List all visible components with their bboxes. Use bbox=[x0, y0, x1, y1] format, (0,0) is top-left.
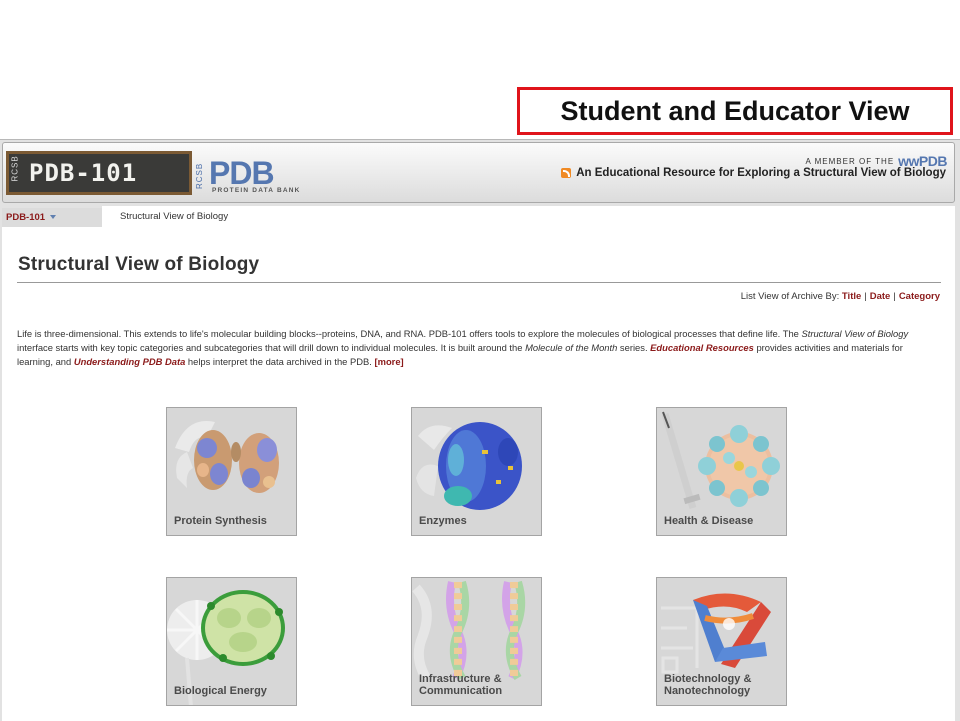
intro-text: Life is three-dimensional. This extends … bbox=[17, 328, 802, 339]
pdb101-logo-text: PDB-101 bbox=[29, 159, 138, 187]
breadcrumb-current: Structural View of Biology bbox=[120, 211, 229, 222]
title-divider bbox=[17, 282, 941, 283]
card-label: Protein Synthesis bbox=[174, 515, 267, 527]
intro-text: helps interpret the data archived in the… bbox=[185, 356, 375, 367]
educational-resources-link[interactable]: Educational Resources bbox=[650, 342, 754, 353]
intro-text: interface starts with key topic categori… bbox=[17, 342, 526, 353]
card-label-line2: Communication bbox=[419, 685, 503, 697]
category-card-biotechnology-nanotechnology[interactable]: Biotechnology & Nanotechnology bbox=[656, 577, 787, 706]
card-label: Health & Disease bbox=[664, 515, 754, 527]
card-label: Enzymes bbox=[419, 515, 467, 527]
student-educator-callout: Student and Educator View bbox=[517, 87, 953, 135]
rcsb-vertical-label: RCSB bbox=[10, 154, 20, 181]
category-card-health-disease[interactable]: Health & Disease bbox=[656, 407, 787, 536]
member-text: A MEMBER OF THE bbox=[805, 156, 895, 166]
pdb101-menu-dropdown[interactable]: PDB-101 bbox=[2, 208, 102, 227]
archive-separator: | bbox=[893, 291, 896, 302]
rcsb-small-label: RCSB bbox=[195, 162, 204, 189]
archive-link-title[interactable]: Title bbox=[842, 291, 861, 302]
card-label-line1: Infrastructure & bbox=[419, 673, 502, 685]
card-label: Infrastructure & Communication bbox=[419, 673, 502, 697]
archive-prefix: List View of Archive By: bbox=[740, 291, 840, 302]
understanding-pdb-data-link[interactable]: Understanding PDB Data bbox=[74, 356, 185, 367]
site-header: RCSB PDB-101 RCSB PDB PROTEIN DATA BANK … bbox=[2, 142, 955, 203]
browser-page-frame: RCSB PDB-101 RCSB PDB PROTEIN DATA BANK … bbox=[0, 139, 960, 721]
header-tagline: An Educational Resource for Exploring a … bbox=[561, 167, 946, 179]
breadcrumb: Structural View of Biology bbox=[102, 206, 955, 227]
card-label-line1: Biotechnology & bbox=[664, 673, 752, 685]
archive-separator: | bbox=[864, 291, 867, 302]
archive-view-links: List View of Archive By: Title | Date | Cate… bbox=[741, 291, 940, 302]
intro-text: series. bbox=[617, 342, 651, 353]
caret-down-icon bbox=[50, 215, 57, 220]
tagline-text: An Educational Resource for Exploring a … bbox=[576, 167, 946, 179]
category-card-biological-energy[interactable]: Biological Energy bbox=[166, 577, 297, 706]
archive-link-date[interactable]: Date bbox=[870, 291, 891, 302]
category-card-infrastructure-communication[interactable]: Infrastructure & Communication bbox=[411, 577, 542, 706]
pdb-logo-subtitle: PROTEIN DATA BANK bbox=[212, 187, 301, 194]
intro-italic-svb: Structural View of Biology bbox=[801, 328, 909, 339]
more-link[interactable]: [more] bbox=[374, 356, 403, 367]
card-label: Biological Energy bbox=[174, 685, 267, 697]
rss-feed-icon[interactable] bbox=[561, 168, 572, 178]
page-title: Structural View of Biology bbox=[18, 254, 260, 275]
callout-text: Student and Educator View bbox=[560, 95, 910, 126]
card-label: Biotechnology & Nanotechnology bbox=[664, 673, 751, 697]
menu-label: PDB-101 bbox=[6, 212, 46, 223]
pdb101-logo[interactable]: RCSB PDB-101 bbox=[6, 151, 192, 195]
archive-link-category[interactable]: Category bbox=[899, 291, 940, 302]
intro-paragraph: Life is three-dimensional. This extends … bbox=[17, 327, 939, 369]
nav-bar: PDB-101 Structural View of Biology bbox=[2, 206, 955, 227]
rcsb-pdb-logo[interactable]: RCSB PDB PROTEIN DATA BANK bbox=[195, 155, 327, 195]
category-card-protein-synthesis[interactable]: Protein Synthesis bbox=[166, 407, 297, 536]
main-content: Structural View of Biology List View of … bbox=[2, 227, 955, 721]
category-card-enzymes[interactable]: Enzymes bbox=[411, 407, 542, 536]
intro-italic-motm: Molecule of the Month bbox=[525, 342, 618, 353]
card-label-line2: Nanotechnology bbox=[664, 685, 751, 697]
